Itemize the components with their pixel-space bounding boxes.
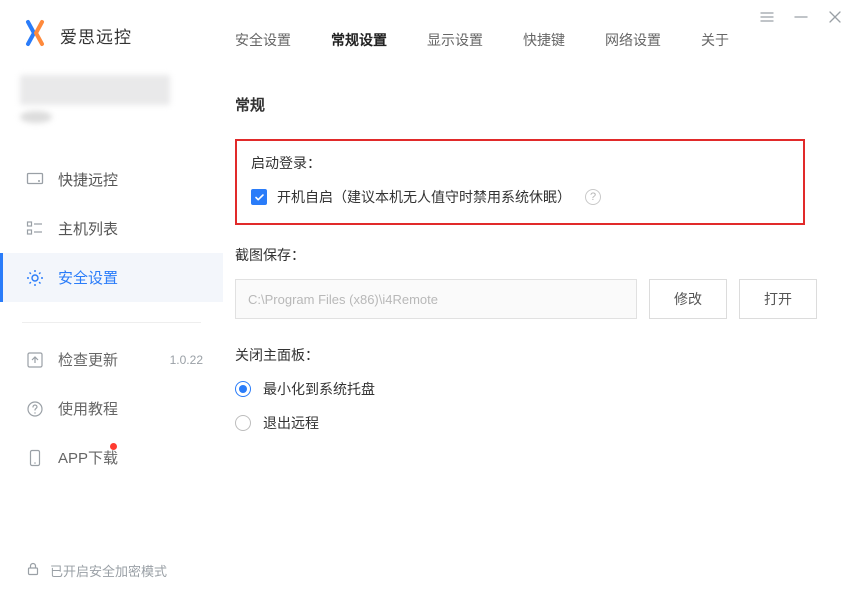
close-icon[interactable]	[828, 10, 842, 24]
sidebar: 爱思远控 快捷远控 主机列表 安全设	[0, 0, 223, 598]
sidebar-item-label: 主机列表	[58, 218, 118, 239]
sidebar-divider	[22, 322, 201, 323]
tab-network[interactable]: 网络设置	[605, 30, 661, 54]
tab-general[interactable]: 常规设置	[331, 30, 387, 54]
hamburger-icon[interactable]	[760, 10, 774, 24]
open-path-button[interactable]: 打开	[739, 279, 817, 319]
lock-icon	[26, 562, 40, 579]
sidebar-item-check-update[interactable]: 检查更新 1.0.22	[0, 335, 223, 384]
autostart-checkbox[interactable]	[251, 189, 267, 205]
radio-icon	[235, 381, 251, 397]
version-text: 1.0.22	[170, 353, 203, 367]
monitor-icon	[26, 171, 44, 189]
screenshot-label: 截图保存：	[235, 245, 832, 265]
user-name-placeholder	[20, 75, 170, 105]
sidebar-item-app-download[interactable]: APP下载	[0, 433, 223, 482]
sidebar-item-label: 检查更新	[58, 349, 118, 370]
brand-logo-icon	[20, 18, 50, 53]
brand: 爱思远控	[0, 0, 223, 65]
minimize-icon[interactable]	[794, 10, 808, 24]
sidebar-item-quick-remote[interactable]: 快捷远控	[0, 155, 223, 204]
notification-dot-icon	[110, 443, 117, 450]
main-panel: 安全设置 常规设置 显示设置 快捷键 网络设置 关于 常规 启动登录： 开机自启…	[223, 0, 856, 598]
screenshot-path-input[interactable]	[235, 279, 637, 319]
help-icon[interactable]: ?	[585, 189, 601, 205]
autostart-label: 开机自启（建议本机无人值守时禁用系统休眠）	[277, 187, 571, 207]
radio-label: 退出远程	[263, 413, 319, 433]
user-info	[0, 65, 223, 133]
section-title-general: 常规	[235, 94, 832, 115]
startup-label: 启动登录：	[251, 153, 789, 173]
phone-icon	[26, 449, 44, 467]
tabs: 安全设置 常规设置 显示设置 快捷键 网络设置 关于	[233, 0, 834, 54]
help-icon	[26, 400, 44, 418]
upload-icon	[26, 351, 44, 369]
sidebar-item-label: APP下载	[58, 447, 118, 468]
highlight-box: 启动登录： 开机自启（建议本机无人值守时禁用系统休眠） ?	[235, 139, 805, 225]
close-panel-label: 关闭主面板：	[235, 345, 832, 365]
tab-display[interactable]: 显示设置	[427, 30, 483, 54]
list-icon	[26, 220, 44, 238]
gear-icon	[26, 269, 44, 287]
tab-about[interactable]: 关于	[701, 30, 729, 54]
sidebar-item-tutorial[interactable]: 使用教程	[0, 384, 223, 433]
radio-icon	[235, 415, 251, 431]
radio-label: 最小化到系统托盘	[263, 379, 375, 399]
brand-title: 爱思远控	[60, 23, 132, 48]
radio-minimize-tray[interactable]: 最小化到系统托盘	[235, 379, 832, 399]
sidebar-item-label: 快捷远控	[58, 169, 118, 190]
sidebar-item-label: 使用教程	[58, 398, 118, 419]
sidebar-footer: 已开启安全加密模式	[0, 547, 223, 598]
radio-exit-remote[interactable]: 退出远程	[235, 413, 832, 433]
sidebar-item-host-list[interactable]: 主机列表	[0, 204, 223, 253]
footer-text: 已开启安全加密模式	[50, 561, 167, 580]
sidebar-item-label: 安全设置	[58, 267, 118, 288]
tab-security[interactable]: 安全设置	[235, 30, 291, 54]
avatar-placeholder	[20, 111, 52, 123]
change-path-button[interactable]: 修改	[649, 279, 727, 319]
tab-shortcuts[interactable]: 快捷键	[523, 30, 565, 54]
sidebar-item-security-settings[interactable]: 安全设置	[0, 253, 223, 302]
